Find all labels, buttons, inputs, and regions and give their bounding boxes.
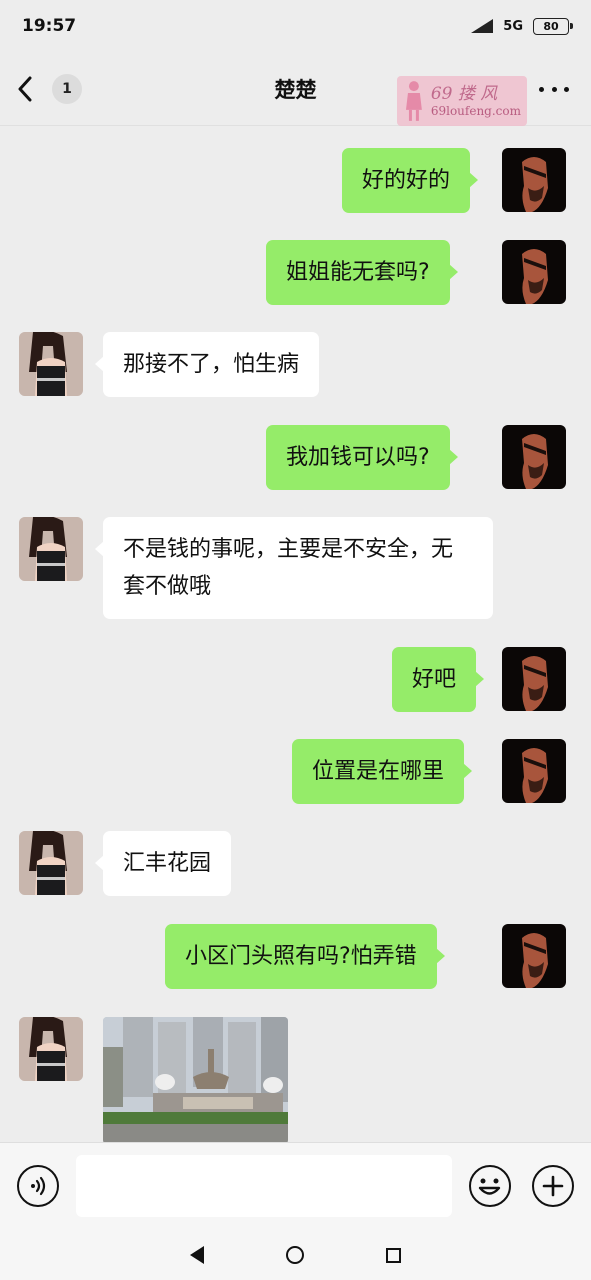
voice-icon: [31, 1176, 46, 1196]
nav-recent-apps-icon[interactable]: [386, 1247, 401, 1263]
unread-badge[interactable]: 1: [52, 74, 82, 104]
outgoing-message[interactable]: 姐姐能无套吗?: [266, 240, 458, 305]
incoming-message[interactable]: 不是钱的事呢，主要是不安全，无套不做哦: [95, 517, 493, 619]
contact-avatar[interactable]: [19, 332, 83, 396]
my-avatar[interactable]: [502, 647, 566, 711]
battery-icon: 80: [533, 17, 573, 35]
image-message[interactable]: [103, 1017, 288, 1144]
outgoing-message[interactable]: 好的好的: [342, 148, 479, 213]
dot-icon: [551, 86, 557, 92]
input-bar: [0, 1142, 591, 1230]
chevron-left-icon: [18, 76, 32, 102]
emoji-button[interactable]: [469, 1165, 511, 1207]
avatar-image: [19, 831, 83, 895]
avatar-image: [522, 656, 548, 711]
contact-avatar[interactable]: [19, 1017, 83, 1081]
outgoing-message[interactable]: 小区门头照有吗?怕弄错: [165, 924, 445, 989]
avatar-image: [522, 933, 548, 988]
nav-back-icon[interactable]: [190, 1246, 204, 1264]
plus-icon: [542, 1175, 564, 1197]
system-navigation-bar: [0, 1230, 591, 1280]
outgoing-message[interactable]: 好吧: [392, 647, 485, 712]
status-indicators: 5G 80: [471, 17, 573, 35]
outgoing-message[interactable]: 我加钱可以吗?: [266, 425, 458, 490]
emoji-icon: [478, 1178, 501, 1195]
my-avatar[interactable]: [502, 240, 566, 304]
signal-icon: [471, 19, 494, 33]
more-options-button[interactable]: [539, 78, 569, 100]
watermark-url: 69loufeng.com: [430, 104, 521, 118]
status-time: 19:57: [22, 16, 77, 36]
incoming-message[interactable]: 汇丰花园: [94, 831, 232, 896]
avatar-image: [19, 517, 83, 581]
status-bar: 19:57 5G 80: [0, 0, 591, 52]
outgoing-message[interactable]: 位置是在哪里: [292, 739, 473, 804]
more-actions-button[interactable]: [532, 1165, 574, 1207]
message-input[interactable]: [76, 1155, 452, 1217]
dot-icon: [539, 86, 544, 92]
avatar-image: [522, 157, 548, 212]
watermark-figure-icon: [405, 81, 422, 121]
avatar-image: [522, 748, 548, 803]
avatar-image: [19, 332, 83, 396]
dot-icon: [564, 86, 569, 92]
avatar-image: [522, 249, 548, 304]
chat-title: 楚楚: [274, 77, 317, 102]
watermark: 69 搂 风 69loufeng.com: [397, 76, 527, 126]
contact-avatar[interactable]: [19, 831, 83, 895]
back-button[interactable]: [14, 74, 36, 104]
avatar-image: [19, 1017, 83, 1081]
my-avatar[interactable]: [502, 148, 566, 212]
voice-input-button[interactable]: [17, 1165, 59, 1207]
avatar-image: [522, 434, 548, 489]
my-avatar[interactable]: [502, 739, 566, 803]
contact-avatar[interactable]: [19, 517, 83, 581]
watermark-title: 69 搂 风: [430, 83, 498, 104]
incoming-message[interactable]: 那接不了，怕生病: [94, 332, 320, 397]
nav-home-icon[interactable]: [286, 1246, 304, 1264]
my-avatar[interactable]: [502, 425, 566, 489]
my-avatar[interactable]: [502, 924, 566, 988]
network-type: 5G: [503, 18, 523, 34]
residential-gate-photo: [103, 1017, 288, 1144]
